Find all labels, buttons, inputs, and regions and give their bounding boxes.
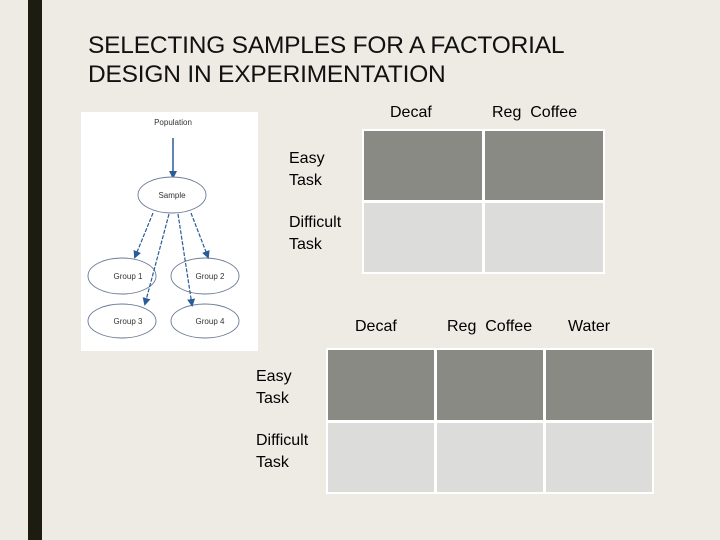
table-grid	[362, 129, 605, 274]
cell-difficult-decaf	[364, 203, 482, 272]
group-3-label: Group 3	[114, 317, 143, 326]
cell-easy-water	[546, 350, 652, 420]
row-label-line: Task	[289, 236, 322, 253]
cell-easy-reg-coffee	[485, 131, 603, 200]
row-label-difficult-task: Difficult Task	[256, 430, 308, 474]
cell-difficult-water	[546, 422, 652, 492]
title-line-2: DESIGN IN EXPERIMENTATION	[88, 61, 446, 88]
cell-easy-decaf	[364, 131, 482, 200]
cell-easy-decaf	[328, 350, 434, 420]
row-label-line: Task	[256, 390, 289, 407]
col-header-decaf: Decaf	[390, 104, 432, 121]
sample-label: Sample	[158, 191, 186, 200]
row-label-easy-task: Easy Task	[289, 148, 325, 192]
cell-easy-reg-coffee	[437, 350, 543, 420]
col-header-decaf: Decaf	[355, 318, 397, 335]
row-label-line: Easy	[289, 150, 325, 167]
slide-title: SELECTING SAMPLES FOR A FACTORIAL DESIGN…	[88, 31, 688, 89]
cell-difficult-decaf	[328, 422, 434, 492]
row-label-line: Easy	[256, 368, 292, 385]
sample-to-group-1-arrow	[133, 212, 154, 259]
group-1-label: Group 1	[114, 272, 143, 281]
col-header-reg-coffee: Reg Coffee	[492, 104, 578, 121]
table-grid	[326, 348, 654, 494]
group-2-label: Group 2	[196, 272, 225, 281]
population-label: Population	[154, 118, 192, 127]
row-label-line: Difficult	[256, 432, 309, 449]
row-label-line: Difficult	[289, 214, 342, 231]
group-4-label: Group 4	[196, 317, 225, 326]
col-header-water: Water	[568, 318, 611, 335]
title-line-1: SELECTING SAMPLES FOR A FACTORIAL	[88, 32, 565, 59]
row-label-line: Task	[289, 172, 322, 189]
sample-to-group-2-arrow	[190, 212, 210, 259]
row-label-easy-task: Easy Task	[256, 366, 292, 410]
row-label-line: Task	[256, 454, 289, 471]
col-header-reg-coffee: Reg Coffee	[447, 318, 533, 335]
sample-to-group-3-arrow	[142, 213, 170, 306]
accent-bar	[28, 0, 42, 540]
cell-difficult-reg-coffee	[485, 203, 603, 272]
row-label-difficult-task: Difficult Task	[289, 212, 341, 256]
cell-difficult-reg-coffee	[437, 422, 543, 492]
sampling-diagram: Population Sample Group 1 Group 2 Group …	[81, 112, 258, 351]
